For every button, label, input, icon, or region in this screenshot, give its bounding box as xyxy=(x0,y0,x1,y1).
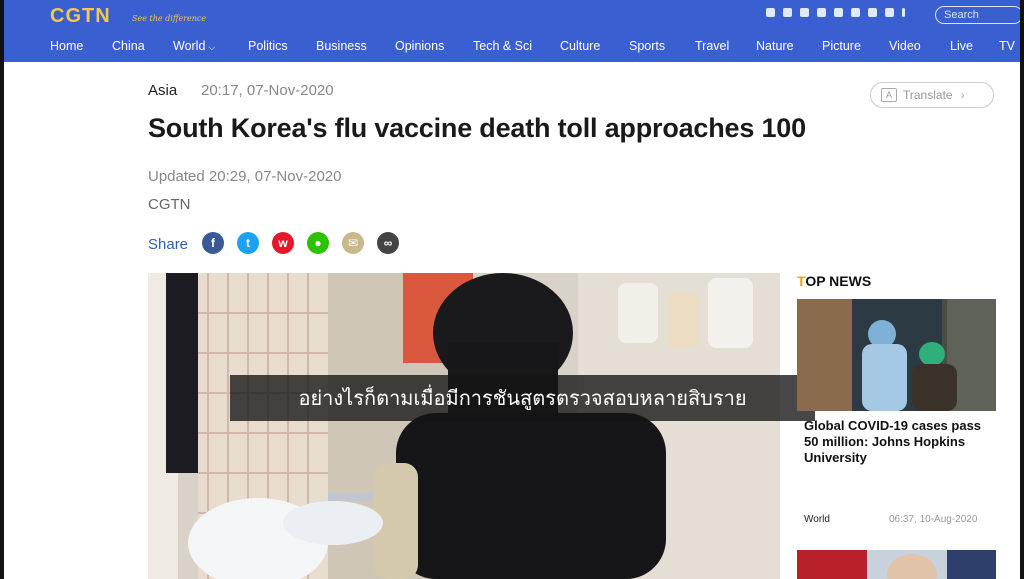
nav-sports[interactable]: Sports xyxy=(629,39,665,53)
link-icon[interactable]: ∞ xyxy=(377,232,399,254)
social-links xyxy=(766,8,905,17)
logo-slogan: See the difference xyxy=(132,14,207,23)
nav-video[interactable]: Video xyxy=(889,39,921,53)
twitter-icon[interactable]: t xyxy=(237,232,259,254)
nav-business[interactable]: Business xyxy=(316,39,367,53)
wechat-icon[interactable] xyxy=(868,8,877,17)
nav-opinions[interactable]: Opinions xyxy=(395,39,444,53)
weibo-icon[interactable] xyxy=(834,8,843,17)
nav-politics[interactable]: Politics xyxy=(248,39,288,53)
facebook-icon[interactable] xyxy=(766,8,775,17)
nav-culture[interactable]: Culture xyxy=(560,39,600,53)
article-timestamp: 20:17, 07-Nov-2020 xyxy=(201,82,334,99)
translate-icon: A xyxy=(881,88,897,102)
nav-live[interactable]: Live xyxy=(950,39,973,53)
weibo-icon[interactable]: w xyxy=(272,232,294,254)
instagram-icon[interactable] xyxy=(817,8,826,17)
vaccination-photo xyxy=(148,273,780,579)
nav-travel[interactable]: Travel xyxy=(695,39,729,53)
nav-picture[interactable]: Picture xyxy=(822,39,861,53)
translate-button[interactable]: A Translate › xyxy=(870,82,994,108)
facebook-icon[interactable]: f xyxy=(202,232,224,254)
nav-world[interactable]: World ⌵ xyxy=(173,39,215,53)
article-category[interactable]: Asia xyxy=(148,82,177,99)
cgtn-logo[interactable]: CGTN xyxy=(50,5,111,28)
share-buttons: f t w ● ✉ ∞ xyxy=(202,232,399,254)
pinterest-icon[interactable] xyxy=(885,8,894,17)
top-news-category[interactable]: World xyxy=(804,514,830,525)
nav-china[interactable]: China xyxy=(112,39,145,53)
top-news-heading-rest: OP NEWS xyxy=(805,273,872,289)
wechat-icon[interactable]: ● xyxy=(307,232,329,254)
top-news-image[interactable] xyxy=(797,299,996,411)
top-news-date: 06:37, 10-Aug-2020 xyxy=(889,514,978,525)
nav-world-label: World xyxy=(173,39,206,53)
more-icon[interactable] xyxy=(902,8,905,17)
search-input[interactable]: Search xyxy=(935,6,1020,24)
chevron-down-icon: ⌵ xyxy=(208,42,216,52)
nav-tv[interactable]: TV xyxy=(999,39,1015,53)
top-news-heading: TOP NEWS xyxy=(797,273,871,289)
article-main-image xyxy=(148,273,780,579)
next-story-photo xyxy=(797,550,996,579)
nav-tech-sci[interactable]: Tech & Sci xyxy=(473,39,532,53)
twitter-icon[interactable] xyxy=(783,8,792,17)
nav-home[interactable]: Home xyxy=(50,39,83,53)
email-icon[interactable]: ✉ xyxy=(342,232,364,254)
nav-nature[interactable]: Nature xyxy=(756,39,794,53)
youtube-icon[interactable] xyxy=(800,8,809,17)
chevron-right-icon: › xyxy=(960,88,965,102)
translate-label: Translate xyxy=(903,88,953,102)
video-subtitle-overlay: อย่างไรก็ตามเมื่อมีการชันสูตรตรวจสอบหลาย… xyxy=(230,375,815,421)
top-news-next-image[interactable] xyxy=(797,550,996,579)
top-bar: CGTN See the difference Search xyxy=(4,0,1020,32)
covid-testing-photo xyxy=(797,299,996,411)
top-news-headline[interactable]: Global COVID-19 cases pass 50 million: J… xyxy=(804,418,994,466)
article-updated: Updated 20:29, 07-Nov-2020 xyxy=(148,168,342,185)
main-nav: Home China World ⌵ Politics Business Opin… xyxy=(4,32,1020,62)
vk-icon[interactable] xyxy=(851,8,860,17)
article-source: CGTN xyxy=(148,196,191,213)
share-label: Share xyxy=(148,236,189,253)
browser-viewport: CGTN See the difference Search Home Chin… xyxy=(4,0,1020,579)
article-headline: South Korea's flu vaccine death toll app… xyxy=(148,113,806,143)
